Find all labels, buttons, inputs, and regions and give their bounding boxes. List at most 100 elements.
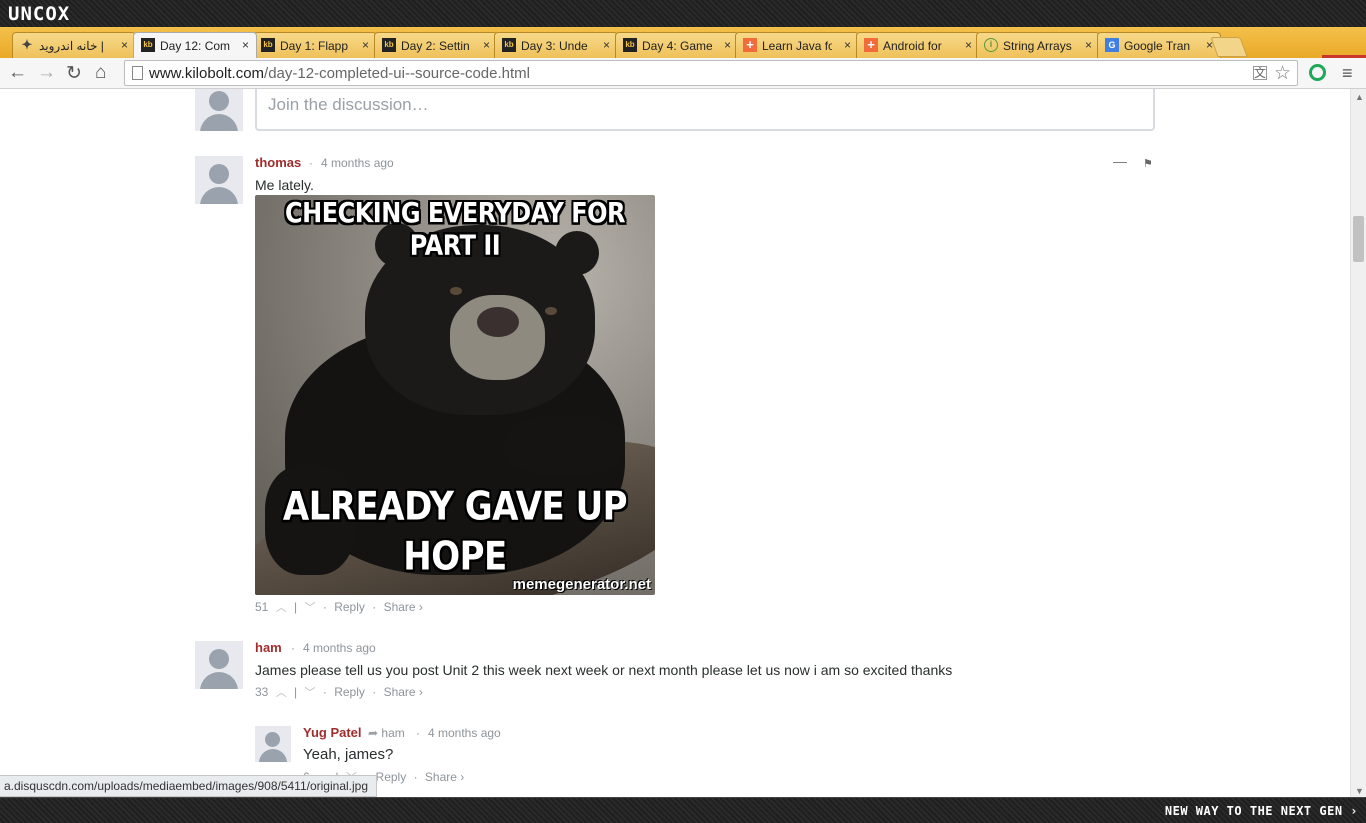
tab-label: Learn Java fo [762, 39, 832, 53]
tab-close-icon[interactable]: × [1085, 38, 1092, 52]
kilobolt-icon: kb [261, 38, 275, 52]
menu-icon[interactable]: ≡ [1342, 63, 1353, 84]
back-icon[interactable]: ← [8, 62, 27, 84]
os-top-bar: UNCOX [0, 0, 1366, 27]
share-link[interactable]: Share › [425, 770, 464, 784]
comment-time[interactable]: 4 months ago [321, 156, 394, 170]
tab-close-icon[interactable]: × [121, 38, 128, 52]
tab-6[interactable]: kb Day 4: Game × [615, 32, 739, 58]
new-tab-button[interactable] [1210, 37, 1248, 57]
url-text[interactable]: www.kilobolt.com/day-12-completed-ui--so… [149, 65, 530, 82]
current-user-avatar [195, 89, 243, 131]
avatar[interactable] [255, 726, 291, 762]
forward-icon[interactable]: → [37, 62, 56, 84]
tab-close-icon[interactable]: × [724, 38, 731, 52]
upvote-icon[interactable]: ︿ [276, 687, 287, 699]
reply-arrow-icon: ➦ [368, 726, 379, 740]
meme-image[interactable]: CHECKING EVERYDAY FOR PART II ALREADY GA… [255, 195, 655, 595]
home-icon[interactable]: ⌂ [95, 62, 106, 84]
kilobolt-icon: kb [141, 38, 155, 52]
status-url: a.disquscdn.com/uploads/mediaembed/image… [0, 775, 378, 797]
reply-to[interactable]: ➦ ham [368, 726, 405, 740]
dot-separator: · [413, 770, 418, 784]
dot-separator: · [416, 726, 420, 740]
tab-label: Day 4: Game [642, 39, 712, 53]
tab-5[interactable]: kb Day 3: Unde × [494, 32, 618, 58]
vote-divider: | [294, 600, 298, 614]
share-link[interactable]: Share › [384, 685, 423, 699]
dot-separator: · [322, 685, 327, 699]
scroll-up-arrow-icon[interactable]: ▲ [1355, 92, 1364, 102]
reply-link[interactable]: Reply [334, 685, 365, 699]
os-tagline: NEW WAY TO THE NEXT GEN › [1164, 804, 1358, 818]
comment-text: Yeah, james? [303, 746, 394, 763]
reload-icon[interactable]: ↻ [66, 62, 82, 85]
page-content: Join the discussion… thomas · 4 months a… [0, 89, 1350, 797]
kilobolt-icon: kb [623, 38, 637, 52]
dot-separator: · [372, 600, 377, 614]
downvote-icon[interactable]: ﹀ [305, 687, 316, 699]
address-bar[interactable]: www.kilobolt.com/day-12-completed-ui--so… [124, 60, 1298, 86]
vote-divider: | [294, 685, 298, 699]
dot-separator: · [309, 156, 313, 170]
google-translate-icon: G [1105, 38, 1119, 52]
tab-label: خانه اندروید | [39, 39, 104, 53]
tab-label: Google Tran [1124, 39, 1191, 53]
avatar[interactable] [195, 641, 243, 689]
globe-icon: i [984, 38, 998, 52]
tab-label: Day 3: Unde [521, 39, 588, 53]
tab-9[interactable]: i String Arrays × [976, 32, 1100, 58]
tab-close-icon[interactable]: × [603, 38, 610, 52]
scroll-down-arrow-icon[interactable]: ▼ [1355, 786, 1364, 796]
kilobolt-icon: kb [502, 38, 516, 52]
tab-2[interactable]: kb Day 12: Com × [133, 32, 257, 58]
avatar[interactable] [195, 156, 243, 204]
rtl-site-icon: ✦ [21, 37, 33, 52]
reply-link[interactable]: Reply [334, 600, 365, 614]
downvote-icon[interactable]: ﹀ [305, 602, 316, 614]
tab-label: Day 12: Com [160, 39, 230, 53]
bookmark-star-icon[interactable]: ☆ [1274, 62, 1291, 85]
extension-icon[interactable] [1309, 64, 1326, 81]
tab-4[interactable]: kb Day 2: Settin × [374, 32, 498, 58]
comment-time[interactable]: 4 months ago [303, 641, 376, 655]
tab-close-icon[interactable]: × [483, 38, 490, 52]
flag-icon[interactable]: ⚑ [1143, 157, 1153, 170]
meme-bottom-text-1: ALREADY GAVE UP [282, 484, 628, 530]
os-logo: UNCOX [8, 3, 71, 25]
comment-author[interactable]: Yug Patel [303, 725, 362, 740]
page-scrollbar[interactable]: ▲ ▼ [1350, 89, 1366, 797]
dot-separator: · [291, 641, 295, 655]
tab-3[interactable]: kb Day 1: Flapp × [253, 32, 377, 58]
tab-7[interactable]: + Learn Java fo × [735, 32, 859, 58]
kilobolt-icon: kb [382, 38, 396, 52]
comment-author[interactable]: ham [255, 640, 282, 655]
comment-author[interactable]: thomas [255, 155, 301, 170]
tab-strip: ✦ خانه اندروید | × kb Day 12: Com × kb Day 1: F… [0, 27, 1366, 75]
browser-toolbar: ← → ↻ ⌂ www.kilobolt.com/day-12-complete… [0, 58, 1366, 89]
reply-link[interactable]: Reply [376, 770, 407, 784]
tab-close-icon[interactable]: × [362, 38, 369, 52]
tab-10[interactable]: G Google Tran × [1097, 32, 1221, 58]
tab-label: String Arrays [1003, 39, 1072, 53]
translate-icon[interactable]: 文 [1253, 66, 1267, 80]
comment-time[interactable]: 4 months ago [428, 726, 501, 740]
collapse-icon[interactable]: — [1113, 153, 1127, 169]
share-link[interactable]: Share › [384, 600, 423, 614]
page-icon [132, 66, 143, 80]
tab-close-icon[interactable]: × [242, 38, 249, 52]
discussion-input[interactable]: Join the discussion… [255, 89, 1155, 131]
upvote-icon[interactable]: ︿ [276, 602, 287, 614]
discussion-placeholder: Join the discussion… [268, 95, 429, 114]
tab-1[interactable]: ✦ خانه اندروید | × [12, 32, 136, 58]
scroll-thumb[interactable] [1353, 216, 1364, 262]
tab-close-icon[interactable]: × [965, 38, 972, 52]
tab-8[interactable]: + Android for × [856, 32, 980, 58]
reply-to-author: ham [381, 726, 405, 740]
tab-label: Day 2: Settin [401, 39, 470, 53]
os-bottom-bar: NEW WAY TO THE NEXT GEN › [0, 797, 1366, 823]
tab-close-icon[interactable]: × [844, 38, 851, 52]
meme-watermark: memegenerator.net [512, 576, 651, 593]
comment-actions: 33 ︿ | ﹀ · Reply · Share › [255, 684, 427, 700]
comment-actions: 51 ︿ | ﹀ · Reply · Share › [255, 599, 427, 615]
